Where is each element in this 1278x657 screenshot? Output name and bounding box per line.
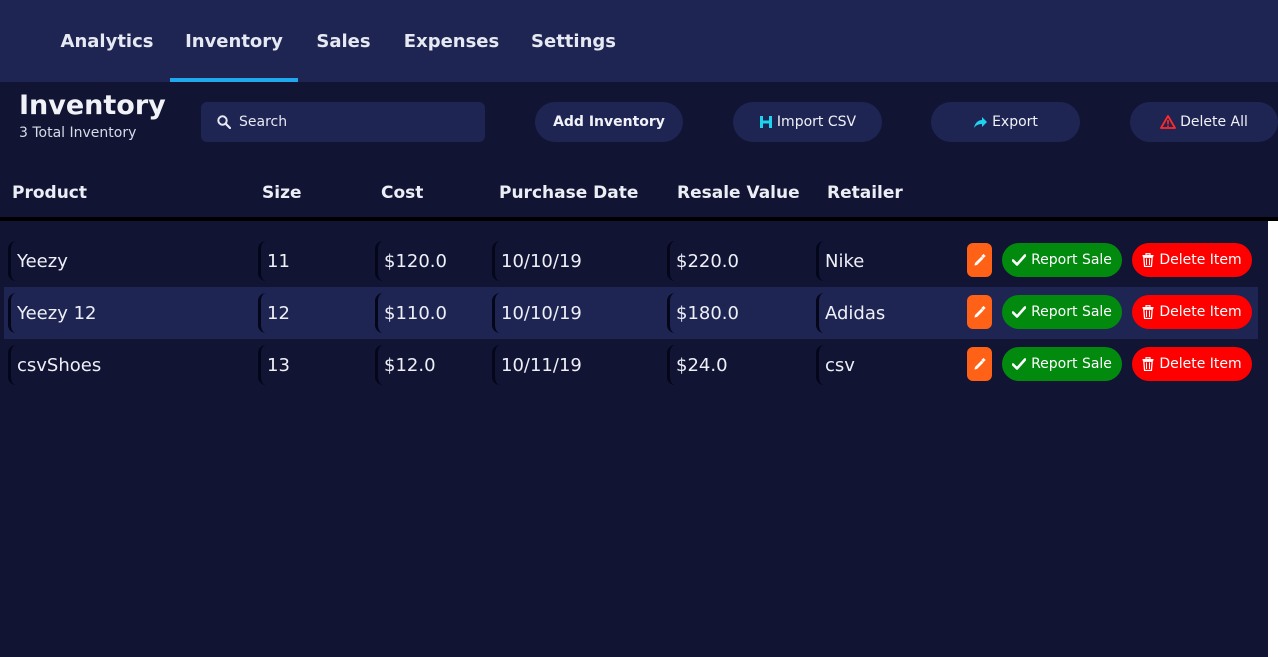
cell-retailer: Nike (816, 241, 956, 281)
header-divider (0, 217, 1278, 221)
scrollbar-track[interactable] (1268, 221, 1278, 657)
search-input[interactable] (239, 114, 469, 130)
export-label: Export (992, 114, 1038, 130)
cell-size: 11 (258, 241, 368, 281)
cell-resale-value: $24.0 (667, 345, 807, 385)
tab-sales[interactable]: Sales (316, 0, 370, 82)
report-sale-label: Report Sale (1031, 304, 1112, 320)
add-inventory-button[interactable]: Add Inventory (535, 102, 683, 142)
report-sale-button[interactable]: Report Sale (1002, 295, 1122, 329)
tab-settings[interactable]: Settings (531, 0, 616, 82)
csv-import-icon (759, 115, 773, 129)
column-header-size: Size (262, 183, 302, 203)
cell-resale-value: $180.0 (667, 293, 807, 333)
warning-triangle-icon (1160, 115, 1176, 129)
report-sale-button[interactable]: Report Sale (1002, 347, 1122, 381)
cell-product: Yeezy (8, 241, 248, 281)
delete-all-label: Delete All (1180, 114, 1248, 130)
delete-item-button[interactable]: Delete Item (1132, 295, 1252, 329)
search-icon (217, 115, 231, 129)
column-header-cost: Cost (381, 183, 424, 203)
inventory-count: 3 Total Inventory (19, 125, 137, 141)
trash-icon (1142, 253, 1154, 267)
delete-item-button[interactable]: Delete Item (1132, 243, 1252, 277)
cell-cost: $110.0 (375, 293, 485, 333)
checkmark-icon (1012, 254, 1027, 266)
edit-button[interactable] (967, 295, 992, 329)
cell-purchase-date: 10/11/19 (492, 345, 657, 385)
table-row: Yeezy 11 $120.0 10/10/19 $220.0 Nike Rep… (4, 235, 1258, 287)
trash-icon (1142, 357, 1154, 371)
cell-resale-value: $220.0 (667, 241, 807, 281)
checkmark-icon (1012, 306, 1027, 318)
column-header-resale-value: Resale Value (677, 183, 800, 203)
delete-all-button[interactable]: Delete All (1130, 102, 1278, 142)
table-row: csvShoes 13 $12.0 10/11/19 $24.0 csv Rep… (4, 339, 1258, 391)
edit-button[interactable] (967, 347, 992, 381)
import-csv-label: Import CSV (776, 114, 857, 130)
cell-size: 13 (258, 345, 368, 385)
edit-button[interactable] (967, 243, 992, 277)
page-title: Inventory (19, 90, 166, 121)
add-inventory-label: Add Inventory (553, 114, 665, 130)
delete-item-button[interactable]: Delete Item (1132, 347, 1252, 381)
cell-cost: $120.0 (375, 241, 485, 281)
report-sale-button[interactable]: Report Sale (1002, 243, 1122, 277)
import-csv-button[interactable]: Import CSV (733, 102, 882, 142)
export-button[interactable]: Export (931, 102, 1080, 142)
trash-icon (1142, 305, 1154, 319)
tab-expenses[interactable]: Expenses (404, 0, 499, 82)
delete-item-label: Delete Item (1159, 304, 1242, 320)
cell-purchase-date: 10/10/19 (492, 293, 657, 333)
column-header-purchase-date: Purchase Date (499, 183, 639, 203)
pencil-icon (973, 357, 986, 371)
pencil-icon (973, 305, 986, 319)
top-nav: Analytics Inventory Sales Expenses Setti… (0, 0, 1278, 82)
column-header-product: Product (12, 183, 87, 203)
share-arrow-icon (973, 116, 988, 129)
table-row: Yeezy 12 12 $110.0 10/10/19 $180.0 Adida… (4, 287, 1258, 339)
cell-product: csvShoes (8, 345, 248, 385)
cell-cost: $12.0 (375, 345, 485, 385)
tab-inventory[interactable]: Inventory (170, 0, 298, 82)
checkmark-icon (1012, 358, 1027, 370)
cell-retailer: Adidas (816, 293, 956, 333)
tab-analytics[interactable]: Analytics (61, 0, 154, 82)
delete-item-label: Delete Item (1159, 356, 1242, 372)
delete-item-label: Delete Item (1159, 252, 1242, 268)
cell-size: 12 (258, 293, 368, 333)
pencil-icon (973, 253, 986, 267)
report-sale-label: Report Sale (1031, 252, 1112, 268)
search-box[interactable] (201, 102, 485, 142)
cell-retailer: csv (816, 345, 956, 385)
cell-purchase-date: 10/10/19 (492, 241, 657, 281)
column-header-retailer: Retailer (827, 183, 903, 203)
cell-product: Yeezy 12 (8, 293, 248, 333)
report-sale-label: Report Sale (1031, 356, 1112, 372)
